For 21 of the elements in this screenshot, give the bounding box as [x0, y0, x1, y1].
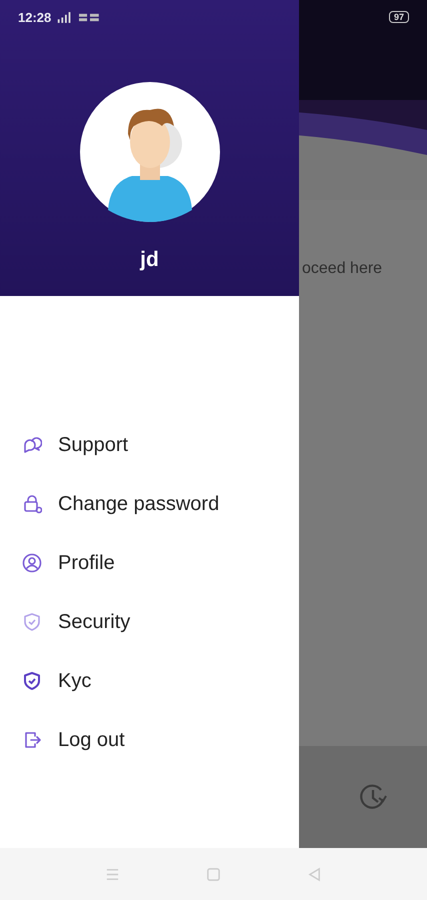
instruction-text: oceed here — [302, 260, 382, 278]
user-name: jd — [140, 248, 159, 272]
menu-item[interactable]: Kyc — [58, 670, 92, 692]
shield-icon — [22, 612, 42, 632]
status-time: 12:28 — [18, 10, 52, 24]
menu-item[interactable]: Support — [58, 434, 128, 456]
lock-icon — [22, 494, 42, 514]
network-icon — [79, 12, 102, 22]
menu-icon[interactable] — [105, 866, 120, 882]
battery-level: 97 — [388, 11, 409, 23]
chat-bubbles-icon — [22, 435, 42, 455]
logout-icon — [22, 730, 42, 750]
menu-item[interactable]: Security — [58, 610, 130, 634]
home-icon[interactable] — [206, 866, 221, 882]
back-icon[interactable] — [307, 866, 322, 882]
avatar-icon — [80, 82, 220, 222]
shield-check-icon — [22, 671, 42, 691]
menu-item[interactable]: Log out — [58, 728, 125, 752]
menu-item[interactable]: Profile — [58, 552, 115, 574]
user-icon — [22, 553, 42, 573]
menu-item[interactable]: Change password — [58, 492, 220, 516]
